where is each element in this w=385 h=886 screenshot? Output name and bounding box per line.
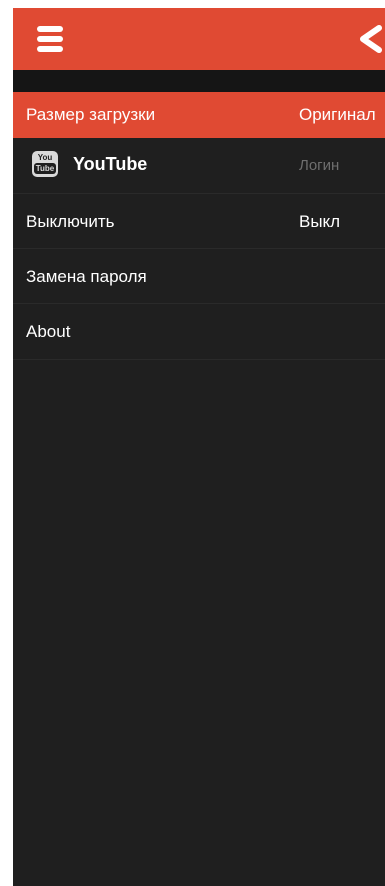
header-divider	[13, 70, 385, 92]
top-app-bar	[13, 8, 385, 70]
hamburger-menu-icon[interactable]	[37, 26, 63, 52]
change-password-label: Замена пароля	[26, 267, 147, 286]
turn-off-value: Выкл	[299, 212, 341, 231]
turn-off-label: Выключить	[26, 212, 115, 231]
download-size-value: Оригинал	[299, 105, 376, 124]
about-label: About	[26, 322, 71, 341]
youtube-logo-icon: You Tube	[32, 151, 58, 177]
app-screen: Размер загрузки Оригинал You Tube YouTub…	[13, 8, 385, 886]
youtube-logo-bottom-text: Tube	[33, 163, 57, 174]
download-size-label: Размер загрузки	[26, 105, 156, 124]
youtube-login-link[interactable]: Логин	[299, 138, 339, 194]
chevron-left-icon[interactable]	[351, 24, 385, 54]
setting-download-size[interactable]: Размер загрузки Оригинал	[13, 92, 385, 138]
setting-change-password[interactable]: Замена пароля	[13, 249, 385, 304]
youtube-label: YouTube	[73, 154, 148, 174]
youtube-logo-top-text: You	[37, 153, 53, 162]
setting-turn-off[interactable]: Выключить Выкл	[13, 194, 385, 249]
setting-youtube[interactable]: You Tube YouTube Логин	[13, 138, 385, 194]
setting-about[interactable]: About	[13, 304, 385, 360]
